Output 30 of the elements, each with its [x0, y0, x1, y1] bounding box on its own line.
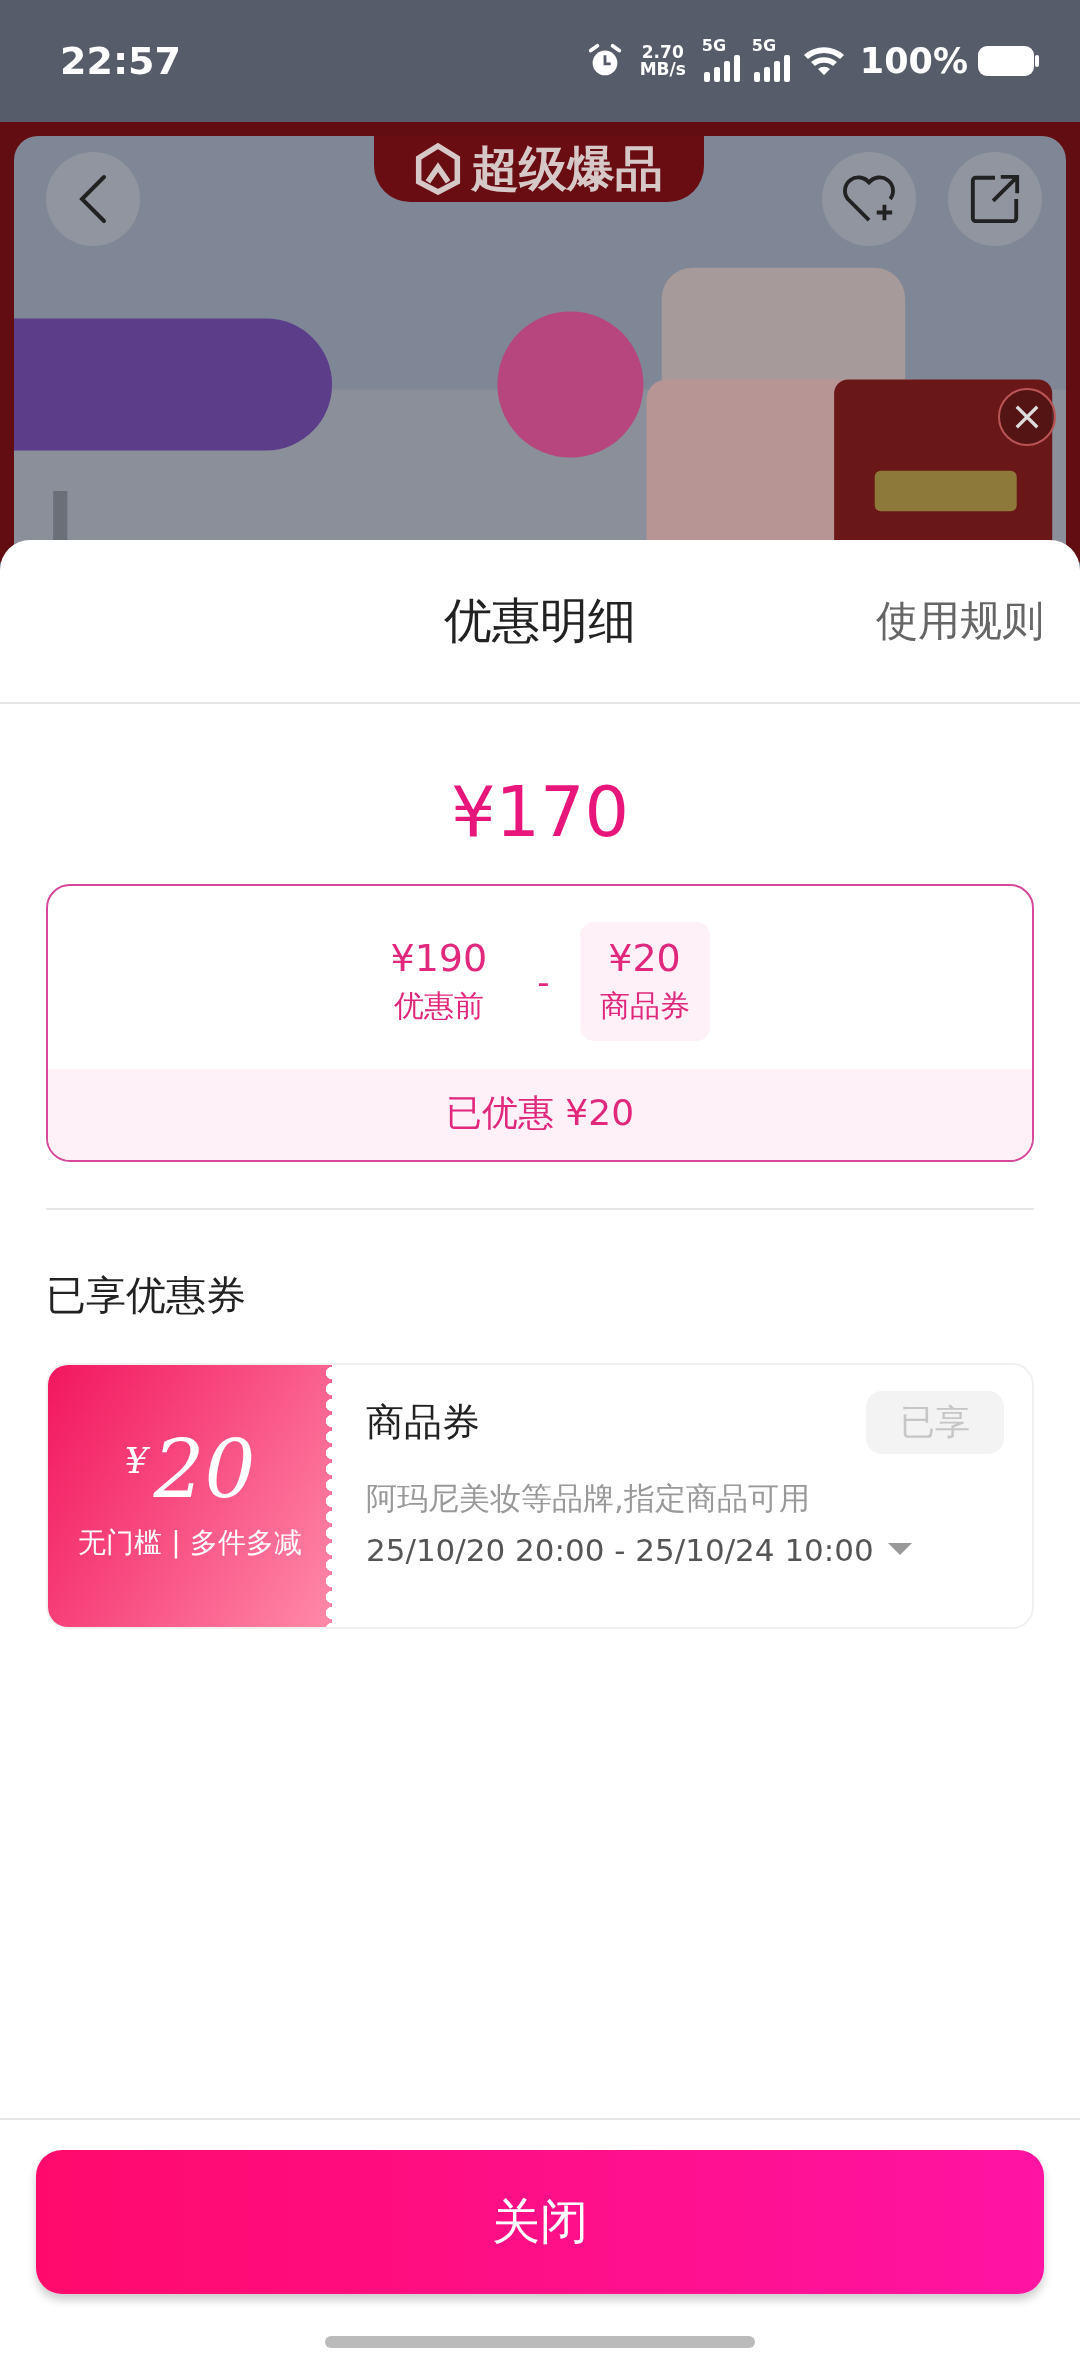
share-icon: [968, 172, 1022, 226]
signal-icon: [751, 54, 792, 82]
amount: ¥20: [608, 936, 681, 980]
amount: ¥190: [390, 936, 488, 980]
signal-icon: [701, 54, 742, 82]
final-price: ¥170: [449, 770, 631, 854]
section-title: 已享优惠券: [46, 1271, 247, 1320]
saved-amount: 已优惠 ¥20: [48, 1069, 1032, 1160]
coupon-description: 阿玛尼美妆等品牌,指定商品可用: [366, 1479, 811, 1518]
back-icon: [78, 174, 108, 224]
coupon-name: 商品券: [366, 1399, 480, 1446]
status-time: 22:57: [60, 39, 181, 83]
network-type: 5G: [751, 36, 777, 55]
network-type: 5G: [701, 36, 727, 55]
close-icon: [1013, 403, 1041, 431]
battery-level: 100%: [859, 41, 968, 81]
close-button[interactable]: 关闭: [36, 2150, 1044, 2294]
sheet-title: 优惠明细: [444, 591, 636, 650]
validity-period: 25/10/20 20:00 - 25/10/24 10:00: [366, 1532, 874, 1568]
amount-label: 商品券: [599, 987, 690, 1025]
amount-label: 优惠前: [393, 987, 484, 1025]
battery-icon: [978, 44, 1040, 78]
coupon-amount: 20: [153, 1430, 256, 1510]
caret-icon[interactable]: [887, 1543, 912, 1557]
network-unit: MB/s: [639, 61, 686, 78]
network-speed: 2.70: [641, 44, 684, 61]
banner-title: 超级爆品: [471, 139, 663, 198]
rules-link[interactable]: 使用规则: [876, 593, 1044, 649]
coupon-condition: 无门槛 | 多件多减: [78, 1525, 302, 1561]
minus-sign: -: [537, 961, 550, 1002]
